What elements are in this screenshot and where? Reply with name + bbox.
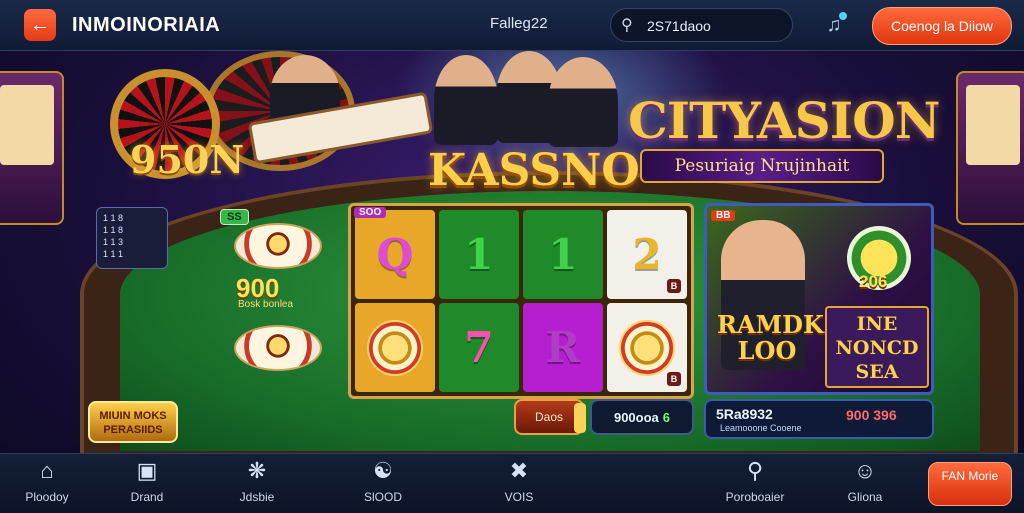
nav-label: Jdsbie bbox=[239, 490, 275, 504]
slot-cell: 2B bbox=[607, 210, 687, 299]
notification-dot bbox=[839, 12, 847, 20]
nav-cta-button[interactable]: FAN Morie bbox=[928, 462, 1012, 506]
nav-item-poroboaier[interactable]: ⚲ Poroboaier bbox=[710, 458, 800, 510]
nav-label: VOIS bbox=[504, 490, 534, 504]
felt-tag: SS bbox=[220, 209, 249, 225]
left-machine-screen bbox=[0, 85, 54, 165]
promo-left-text: RAMDK LOO bbox=[717, 310, 824, 365]
promo-card[interactable]: BB 206 RAMDK LOO INE NONCD SEA bbox=[704, 203, 934, 395]
slot-symbol: R bbox=[545, 323, 581, 372]
tab-title[interactable]: Falleg22 bbox=[490, 15, 548, 32]
nav-item-gliona[interactable]: ☺ Gliona bbox=[820, 458, 910, 510]
slot-cell: R bbox=[523, 303, 603, 392]
slot-reels[interactable]: Q112B7RB bbox=[348, 203, 694, 399]
nav-item-jdsbie[interactable]: ❋ Jdsbie bbox=[212, 458, 302, 510]
lever-icon[interactable] bbox=[574, 403, 586, 433]
slot-cell: 1 bbox=[523, 210, 603, 299]
search-gift-icon: ⚲ bbox=[746, 458, 764, 483]
promo-bar-subtitle: Leamooone Cooene bbox=[720, 423, 802, 433]
promo-amount: 206 bbox=[859, 272, 888, 291]
bottom-nav: ⌂ Ploodoy ▣ Drand ❋ Jdsbie ☯ SlOOD ✖ VOI… bbox=[0, 453, 1024, 513]
promo-tag: BB bbox=[711, 210, 736, 221]
gear-icon: ❋ bbox=[247, 458, 267, 483]
left-slot-machine bbox=[0, 71, 64, 225]
mini-board-line: 1 1 3 bbox=[103, 237, 124, 247]
slot-cell: B bbox=[607, 303, 687, 392]
slot-cell: 1 bbox=[439, 210, 519, 299]
slot-cell-badge: B bbox=[667, 372, 681, 386]
host-figure-1 bbox=[434, 55, 498, 145]
nav-label: Drand bbox=[130, 490, 164, 504]
nav-label: Ploodoy bbox=[25, 490, 69, 504]
slot-cell-badge: B bbox=[667, 279, 681, 293]
slot-symbol: 7 bbox=[464, 323, 494, 372]
badge-icon: ☯ bbox=[373, 458, 393, 483]
home-icon: ⌂ bbox=[40, 458, 54, 483]
bell-icon[interactable]: ♫ bbox=[818, 9, 850, 41]
card-icon: ▣ bbox=[136, 458, 158, 483]
promo-bar-right-value: 900 396 bbox=[846, 407, 897, 423]
host-figure-3 bbox=[548, 57, 618, 147]
mini-board-line: 1 1 8 bbox=[103, 213, 124, 223]
jackpot-number: 950N bbox=[130, 137, 245, 182]
slot-symbol: 1 bbox=[464, 230, 494, 279]
right-machine-screen bbox=[966, 85, 1020, 165]
nav-item-ploodoy[interactable]: ⌂ Ploodoy bbox=[2, 458, 92, 510]
mini-board-line: 1 1 8 bbox=[103, 225, 124, 235]
right-slot-machine bbox=[956, 71, 1024, 225]
smile-icon: ☺ bbox=[853, 458, 877, 483]
slot-symbol: 2 bbox=[632, 230, 662, 279]
nav-label: Gliona bbox=[847, 490, 883, 504]
nav-label: Poroboaier bbox=[725, 490, 785, 504]
slot-score-display: 900ooa 6 bbox=[590, 399, 694, 435]
slot-cell bbox=[355, 303, 435, 392]
nav-label: SlOOD bbox=[363, 490, 402, 504]
casino-scene: 950N KASSNO CITYASION Pesuriaig Nrujinha… bbox=[0, 51, 1024, 453]
search-box[interactable]: ⚲ bbox=[610, 8, 793, 42]
coin-icon bbox=[367, 319, 423, 376]
mini-scoreboard[interactable]: 1 1 8 1 1 8 1 1 3 1 1 1 bbox=[96, 207, 168, 269]
nav-item-drand[interactable]: ▣ Drand bbox=[102, 458, 192, 510]
bet-subtitle: Bosk bonlea bbox=[238, 299, 294, 310]
mini-board-line: 1 1 1 bbox=[103, 249, 124, 259]
app-title: INMOINORIAIA bbox=[72, 14, 221, 36]
chip-stack-top[interactable] bbox=[234, 223, 322, 269]
top-bar: ← INMOINORIAIA Falleg22 ⚲ ♫ Coenog la Di… bbox=[0, 0, 1024, 51]
nav-item-vois[interactable]: ✖ VOIS bbox=[474, 458, 564, 510]
search-icon: ⚲ bbox=[621, 17, 633, 34]
slot-symbol: 1 bbox=[548, 230, 578, 279]
header-cta-button[interactable]: Coenog la Diiow bbox=[872, 7, 1012, 45]
spin-control-button[interactable]: Daos bbox=[514, 399, 586, 435]
kasino-logo: KASSNO bbox=[428, 145, 640, 196]
spin-control-label: Daos bbox=[534, 410, 563, 424]
coin-icon bbox=[619, 319, 675, 376]
promo-bar-value: 5Ra8932 bbox=[716, 406, 773, 422]
slot-tag: SOO bbox=[354, 207, 387, 218]
bonus-badge[interactable]: MIUIN MOKS PERASIIDS bbox=[88, 401, 178, 443]
slot-score-value: 900ooa bbox=[613, 409, 659, 425]
slot-symbol: Q bbox=[376, 230, 414, 279]
cross-tools-icon: ✖ bbox=[509, 458, 529, 483]
nav-item-slood[interactable]: ☯ SlOOD bbox=[338, 458, 428, 510]
chip-stack-bottom[interactable] bbox=[234, 325, 322, 371]
slot-cell: 7 bbox=[439, 303, 519, 392]
promo-info-bar[interactable]: 5Ra8932 Leamooone Cooene 900 396 bbox=[704, 399, 934, 439]
promo-right-text: INE NONCD SEA bbox=[825, 306, 929, 388]
slot-cell: Q bbox=[355, 210, 435, 299]
city-logo: CITYASION bbox=[628, 91, 940, 150]
city-logo-subtitle: Pesuriaig Nrujinhait bbox=[640, 149, 884, 183]
search-input[interactable] bbox=[645, 16, 789, 36]
slot-score-accent: 6 bbox=[662, 409, 671, 425]
back-arrow-icon[interactable]: ← bbox=[24, 9, 56, 41]
